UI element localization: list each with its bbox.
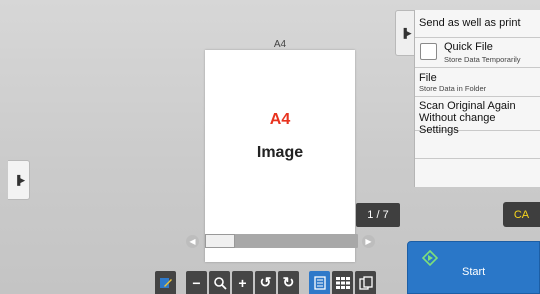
- scroll-right-button[interactable]: ▶: [362, 235, 375, 248]
- quick-file-subtitle: Store Data Temporarily: [444, 55, 521, 64]
- preview-page[interactable]: A4 Image: [205, 50, 355, 262]
- edit-icon: [159, 277, 172, 288]
- right-panel-tab[interactable]: ▐▶: [395, 10, 414, 56]
- chevron-left-icon: ◀: [189, 237, 196, 246]
- zoom-in-button[interactable]: +: [232, 271, 253, 294]
- preview-screen: ▐▶ A4 A4 Image 1 / 7 ◀ ▶ − + ↺ ↻ ▐▶ Send…: [0, 0, 540, 294]
- file-title: File: [419, 72, 437, 84]
- preview-page-image-text: Image: [256, 144, 304, 161]
- multi-page-view-icon: [358, 275, 373, 290]
- start-icon: [422, 250, 438, 266]
- preview-page-size-text: A4: [269, 111, 291, 128]
- single-page-view-button[interactable]: [309, 271, 330, 294]
- quick-file-checkbox[interactable]: [420, 43, 437, 60]
- page-counter: 1 / 7: [356, 203, 400, 227]
- scrollbar-thumb[interactable]: [205, 234, 235, 248]
- scan-again-line1: Scan Original Again: [419, 100, 516, 112]
- scan-again-option[interactable]: Scan Original Again Without change Setti…: [415, 97, 540, 136]
- output-options-panel: Send as well as print Quick File Store D…: [414, 10, 540, 187]
- thumbnail-grid-icon: [335, 276, 350, 289]
- empty-option-slot: [415, 131, 540, 159]
- magnifier-icon: [213, 276, 227, 290]
- send-and-print-option[interactable]: Send as well as print: [415, 10, 540, 38]
- file-option[interactable]: File Store Data in Folder: [415, 68, 540, 97]
- zoom-out-button[interactable]: −: [186, 271, 207, 294]
- start-button[interactable]: Start: [407, 241, 540, 294]
- chevron-right-icon: ▶: [365, 237, 372, 246]
- zoom-button[interactable]: [209, 271, 230, 294]
- zoom-out-icon: −: [192, 274, 201, 291]
- file-subtitle: Store Data in Folder: [419, 84, 487, 93]
- zoom-in-icon: +: [238, 274, 247, 291]
- empty-option-slot: [415, 159, 540, 187]
- multi-page-view-button[interactable]: [355, 271, 376, 294]
- thumbnail-view-button[interactable]: [332, 271, 353, 294]
- clear-all-button[interactable]: CA: [503, 202, 540, 227]
- start-label: Start: [462, 266, 486, 278]
- quick-file-option[interactable]: Quick File Store Data Temporarily: [415, 38, 540, 68]
- preview-toolbar: − + ↺ ↻: [155, 271, 378, 294]
- edit-button[interactable]: [155, 271, 176, 294]
- rotate-right-icon: ↻: [282, 274, 295, 290]
- send-and-print-label: Send as well as print: [419, 17, 521, 29]
- left-panel-tab[interactable]: ▐▶: [8, 160, 30, 200]
- scroll-left-button[interactable]: ◀: [186, 235, 199, 248]
- rotate-left-button[interactable]: ↺: [255, 271, 276, 294]
- quick-file-title: Quick File: [444, 41, 493, 53]
- rotate-right-button[interactable]: ↻: [278, 271, 299, 294]
- collapse-right-icon: ▐▶: [400, 27, 411, 38]
- paper-size-label: A4: [273, 39, 287, 50]
- page-scrollbar[interactable]: [205, 234, 358, 248]
- rotate-left-icon: ↺: [259, 274, 272, 290]
- expand-right-icon: ▐▶: [13, 174, 25, 185]
- single-page-view-icon: [313, 275, 326, 290]
